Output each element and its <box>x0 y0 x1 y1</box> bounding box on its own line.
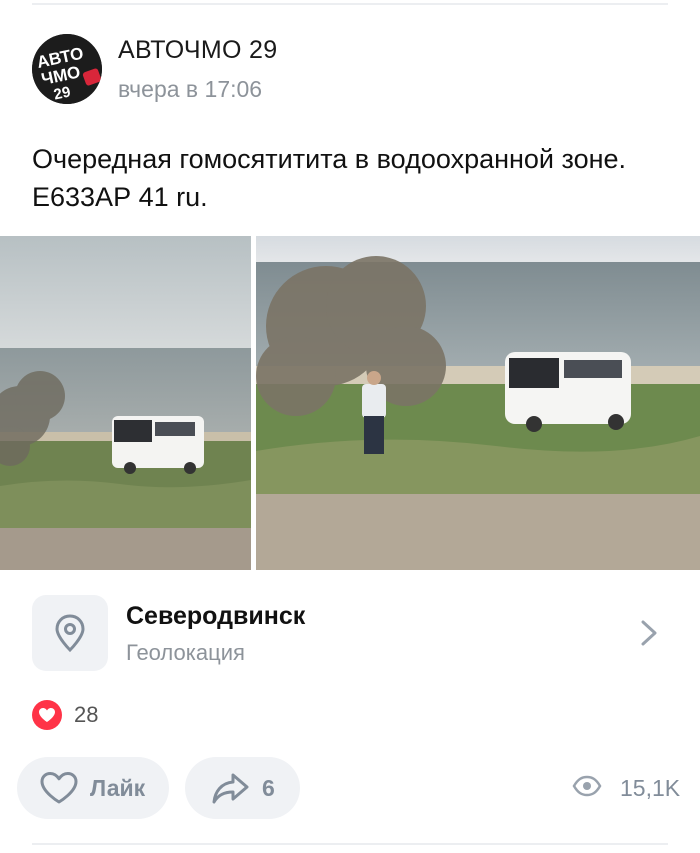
location-icon-box[interactable] <box>32 595 108 671</box>
avatar-logo: АВТО ЧМО 29 <box>32 34 102 104</box>
reaction-count[interactable]: 28 <box>74 702 98 728</box>
share-button[interactable]: 6 <box>185 757 300 819</box>
chevron-right-icon[interactable] <box>638 619 660 647</box>
location-title[interactable]: Северодвинск <box>126 602 305 631</box>
bottom-divider <box>32 843 668 845</box>
post-text: Очередная гомосятитита в водоохранной зо… <box>32 140 672 216</box>
avatar[interactable]: АВТО ЧМО 29 <box>32 34 102 104</box>
top-divider <box>32 3 668 5</box>
post-time[interactable]: вчера в 17:06 <box>118 76 262 103</box>
like-label: Лайк <box>90 775 146 801</box>
eye-icon <box>572 775 602 797</box>
author-name[interactable]: АВТОЧМО 29 <box>118 36 277 65</box>
location-subtitle: Геолокация <box>126 640 245 665</box>
post-text-line: Е633АР 41 ru. <box>32 182 208 212</box>
views-count: 15,1K <box>620 775 681 801</box>
post-text-line: Очередная гомосятитита в водоохранной зо… <box>32 144 627 174</box>
photo-2[interactable] <box>256 236 700 570</box>
heart-outline-icon <box>40 772 78 804</box>
share-arrow-icon <box>212 773 249 804</box>
photo-1[interactable] <box>0 236 251 570</box>
share-count: 6 <box>262 775 275 801</box>
avatar-line-3: 29 <box>52 83 72 103</box>
reaction-heart-icon[interactable] <box>32 700 62 730</box>
location-pin-icon <box>55 614 85 653</box>
like-button[interactable]: Лайк <box>17 757 169 819</box>
